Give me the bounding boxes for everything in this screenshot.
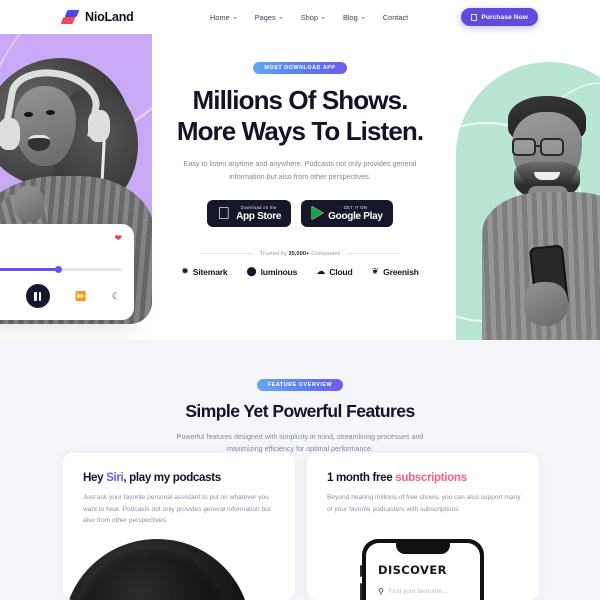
brand-logo[interactable]: NioLand	[60, 9, 134, 25]
features-header: FEATURE OVERVIEW Simple Yet Powerful Fea…	[0, 340, 600, 455]
divider-line	[348, 253, 401, 255]
heart-icon[interactable]: ❤	[114, 234, 122, 243]
nav-label: Home	[210, 12, 230, 22]
brand-cloud: ☁ Cloud	[316, 266, 353, 277]
hero-right-image-panel	[444, 52, 600, 340]
phone-notch	[396, 543, 450, 554]
google-play-icon	[311, 206, 324, 221]
player-progress-fill	[0, 268, 59, 271]
brand-name-label: luminous	[260, 266, 298, 277]
brand-name-label: Sitemark	[192, 266, 228, 277]
apple-icon: 	[217, 205, 230, 222]
phone-search-field[interactable]: ⚲ Find your favourite...	[378, 587, 468, 600]
trusted-count: 35,000+	[288, 250, 310, 257]
hero-subtitle: Easy to listen anytime and anywhere. Pod…	[183, 159, 417, 181]
sitemark-icon: ✹	[181, 266, 189, 277]
features-subtitle: Powerful features designed with simplici…	[176, 433, 424, 454]
brand-greenish: ❦ Greenish	[372, 267, 419, 277]
nav-item-home[interactable]: Home	[210, 13, 237, 22]
player-progress-bar[interactable]	[0, 266, 122, 273]
phone-screen: DISCOVER ⚲ Find your favourite...	[366, 543, 480, 600]
divider-line	[199, 253, 252, 255]
phone-button-icon	[360, 583, 362, 600]
features-section: FEATURE OVERVIEW Simple Yet Powerful Fea…	[0, 340, 600, 600]
nav-label: Blog	[342, 12, 358, 22]
chevron-down-icon	[320, 16, 325, 19]
fast-forward-icon[interactable]: ⏩	[75, 291, 86, 301]
phone-search-placeholder: Find your favourite...	[388, 588, 448, 595]
brand-luminous: ⬤ luminous	[247, 267, 298, 277]
nioland-logo-icon	[60, 9, 80, 25]
hero-content: MOST DOWNLOAD APP Millions Of Shows. Mor…	[150, 56, 450, 277]
features-title: Simple Yet Powerful Features	[185, 401, 415, 421]
app-store-small-label: Download on the	[234, 204, 277, 210]
chevron-down-icon	[360, 16, 365, 19]
chevron-down-icon	[232, 16, 237, 19]
music-player-card: Growth Alex Courtney ❤ ⤨ ⏪ ⏩ ☾	[0, 224, 134, 320]
nav-item-contact[interactable]: Contact	[383, 13, 408, 22]
app-store-buttons:  Download on the App Store GET IT ON Go…	[150, 199, 450, 227]
player-controls: ⤨ ⏪ ⏩ ☾	[0, 284, 122, 308]
chevron-down-icon	[278, 16, 283, 19]
features-badge: FEATURE OVERVIEW	[256, 379, 344, 391]
hero-title-line-1: Millions Of Shows.	[192, 85, 409, 115]
page-root: NioLand Home Pages Shop Blog Contact Pur…	[0, 0, 600, 600]
phone-button-icon	[360, 565, 362, 577]
nav-label: Pages	[254, 12, 276, 22]
brand-sitemark: ✹ Sitemark	[181, 267, 227, 277]
man-holding-phone-photo	[478, 96, 600, 340]
nav-label: Shop	[300, 12, 318, 22]
player-header: Growth Alex Courtney ❤	[0, 234, 122, 256]
google-play-big-label: Google Play	[321, 210, 383, 222]
brand-logo-row: ✹ Sitemark ⬤ luminous ☁ Cloud ❦ Greenish	[150, 267, 450, 277]
brand-name-label: Cloud	[329, 266, 353, 277]
search-icon: ⚲	[378, 587, 384, 596]
feature-card-title: 1 month free subscriptions	[327, 471, 467, 484]
accent-text: subscriptions	[395, 471, 467, 484]
cloud-icon: ☁	[316, 266, 326, 277]
luminous-icon: ⬤	[246, 266, 257, 277]
feature-card-siri[interactable]: Hey Siri, play my podcasts Just ask your…	[63, 453, 295, 600]
black-headphone-earcup	[63, 539, 251, 600]
nav-label: Contact	[382, 12, 409, 22]
feature-card-text: Beyond hearing millions of free shows, y…	[327, 494, 521, 513]
brand-name: NioLand	[85, 10, 134, 24]
accent-text: Siri	[106, 471, 124, 484]
feature-card-text: Just ask your favorite personal assistan…	[83, 494, 271, 525]
hero-title-line-2: More Ways To Listen.	[176, 115, 424, 146]
nav-item-shop[interactable]: Shop	[301, 13, 325, 22]
feature-card-subscriptions[interactable]: 1 month free subscriptions Beyond hearin…	[307, 453, 539, 600]
trusted-by-row: Trusted by 35,000+ Companies	[150, 251, 450, 257]
nav-item-pages[interactable]: Pages	[255, 13, 283, 22]
feature-card-title: Hey Siri, play my podcasts	[83, 471, 221, 484]
nav-item-blog[interactable]: Blog	[343, 13, 365, 22]
google-play-small-label: GET IT ON	[337, 204, 367, 210]
main-navigation: Home Pages Shop Blog Contact	[210, 13, 408, 22]
phone-mockup: DISCOVER ⚲ Find your favourite...	[360, 539, 484, 600]
app-store-big-label: App Store	[229, 210, 281, 222]
pause-icon[interactable]	[25, 284, 50, 308]
greenish-icon: ❦	[371, 266, 380, 277]
phone-screen-title: DISCOVER	[378, 563, 447, 577]
hero-badge: MOST DOWNLOAD APP	[253, 62, 347, 74]
feature-cards: Hey Siri, play my podcasts Just ask your…	[63, 453, 539, 600]
purchase-now-button[interactable]: Purchase Now	[461, 8, 538, 26]
hero-section: Growth Alex Courtney ❤ ⤨ ⏪ ⏩ ☾ MOST D	[0, 34, 600, 340]
trusted-by-text: Trusted by 35,000+ Companies	[259, 250, 341, 257]
brand-name-label: Greenish	[383, 266, 419, 277]
site-header: NioLand Home Pages Shop Blog Contact Pur…	[0, 0, 600, 34]
shopping-bag-icon	[471, 13, 478, 21]
hero-title: Millions Of Shows. More Ways To Listen.	[150, 85, 450, 146]
google-play-button[interactable]: GET IT ON Google Play	[301, 199, 393, 227]
moon-icon[interactable]: ☾	[112, 291, 120, 301]
purchase-now-label: Purchase Now	[481, 13, 528, 21]
player-progress-knob[interactable]	[54, 266, 62, 273]
app-store-button[interactable]:  Download on the App Store	[207, 199, 292, 227]
